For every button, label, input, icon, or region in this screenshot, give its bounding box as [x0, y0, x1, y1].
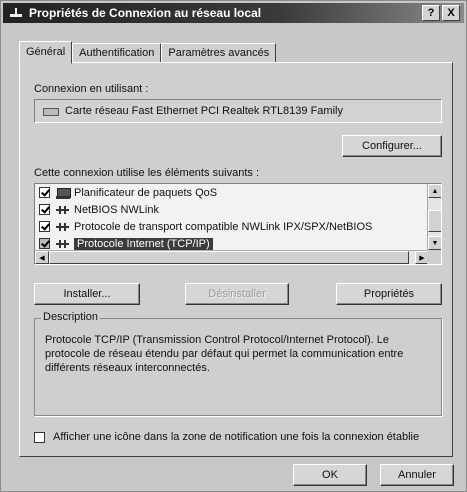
horizontal-scrollbar[interactable]: ◀ ▶: [35, 250, 429, 264]
scroll-thumb[interactable]: [428, 210, 441, 232]
component-label: Protocole de transport compatible NWLink…: [74, 220, 373, 233]
scroll-left-icon[interactable]: ◀: [35, 251, 49, 264]
notify-option[interactable]: Afficher une icône dans la zone de notif…: [34, 431, 419, 443]
properties-button[interactable]: Propriétés: [336, 283, 442, 305]
network-connection-icon: [9, 7, 23, 19]
ok-button[interactable]: OK: [293, 464, 367, 486]
tab-advanced[interactable]: Paramètres avancés: [161, 43, 277, 63]
protocol-icon: [56, 238, 70, 250]
component-checkbox[interactable]: [39, 238, 50, 249]
components-list[interactable]: Planificateur de paquets QoS NetBIOS NWL…: [34, 183, 442, 265]
properties-dialog: Propriétés de Connexion au réseau local …: [0, 0, 467, 492]
tab-bar: Général Authentification Paramètres avan…: [19, 41, 277, 64]
component-label: NetBIOS NWLink: [74, 203, 159, 216]
component-checkbox[interactable]: [39, 221, 50, 232]
tab-authentication[interactable]: Authentification: [72, 43, 162, 63]
configure-button[interactable]: Configurer...: [342, 135, 442, 157]
notify-checkbox[interactable]: [34, 431, 45, 443]
adapter-field: Carte réseau Fast Ethernet PCI Realtek R…: [34, 99, 442, 123]
general-panel: Connexion en utilisant : Carte réseau Fa…: [19, 62, 453, 457]
adapter-name: Carte réseau Fast Ethernet PCI Realtek R…: [65, 105, 343, 117]
close-button[interactable]: X: [442, 5, 460, 21]
protocol-icon: [56, 204, 70, 216]
component-checkbox[interactable]: [39, 204, 50, 215]
components-label: Cette connexion utilise les éléments sui…: [34, 167, 260, 179]
list-item[interactable]: NetBIOS NWLink: [35, 201, 441, 218]
component-checkbox[interactable]: [39, 187, 50, 198]
scroll-thumb-horizontal[interactable]: [49, 251, 409, 264]
notify-label: Afficher une icône dans la zone de notif…: [53, 431, 420, 443]
scheduler-icon: [56, 187, 71, 199]
component-label: Protocole Internet (TCP/IP): [74, 237, 213, 250]
help-button[interactable]: ?: [422, 5, 440, 21]
protocol-icon: [56, 221, 70, 233]
network-adapter-icon: [43, 106, 59, 116]
description-title: Description: [41, 311, 101, 323]
connect-using-label: Connexion en utilisant :: [34, 83, 149, 95]
vertical-scrollbar[interactable]: ▲ ▼: [427, 184, 441, 250]
component-label: Planificateur de paquets QoS: [74, 186, 218, 199]
window-title: Propriétés de Connexion au réseau local: [29, 6, 262, 20]
install-button[interactable]: Installer...: [34, 283, 140, 305]
tab-general[interactable]: Général: [19, 41, 73, 64]
cancel-button[interactable]: Annuler: [380, 464, 454, 486]
list-item[interactable]: Planificateur de paquets QoS: [35, 184, 441, 201]
uninstall-button[interactable]: Désinstaller: [185, 283, 289, 305]
description-text: Protocole TCP/IP (Transmission Control P…: [45, 334, 404, 374]
description-group: Description Protocole TCP/IP (Transmissi…: [34, 311, 442, 416]
title-bar[interactable]: Propriétés de Connexion au réseau local …: [3, 3, 464, 23]
scroll-corner: [427, 250, 441, 264]
scroll-up-icon[interactable]: ▲: [428, 184, 441, 198]
scroll-down-icon[interactable]: ▼: [428, 236, 441, 250]
list-item[interactable]: Protocole de transport compatible NWLink…: [35, 218, 441, 235]
